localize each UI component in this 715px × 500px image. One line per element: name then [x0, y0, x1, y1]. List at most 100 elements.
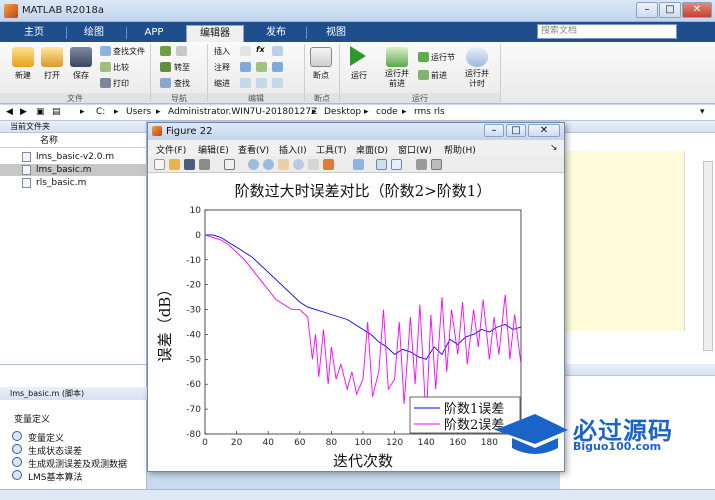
breadcrumb-2[interactable]: Administrator.WIN7U-20180127Z: [168, 105, 317, 120]
tab-apps[interactable]: APP: [134, 25, 174, 42]
wrap-comment-icon[interactable]: [272, 62, 283, 72]
goto-button[interactable]: 转至: [174, 62, 190, 73]
menu-edit[interactable]: 编辑(E): [198, 143, 229, 156]
increase-indent-icon[interactable]: [256, 78, 267, 88]
forward-icon[interactable]: ▶: [20, 105, 27, 120]
hide-plot-tools-icon[interactable]: [416, 159, 427, 170]
tab-plots[interactable]: 绘图: [74, 25, 114, 42]
forward-arrow-icon[interactable]: [176, 46, 187, 56]
open-folder-icon[interactable]: [41, 47, 63, 67]
compare-icon[interactable]: [100, 62, 111, 72]
link-plot-icon[interactable]: [353, 159, 364, 170]
close-button[interactable]: ✕: [682, 2, 712, 18]
run-and-time-label-2[interactable]: 计时: [460, 78, 494, 89]
new-figure-icon[interactable]: [154, 159, 165, 170]
run-and-advance-label-2[interactable]: 前进: [380, 78, 414, 89]
tab-view[interactable]: 视图: [312, 25, 360, 42]
file-row[interactable]: lms_basic-v2.0.m: [0, 151, 147, 163]
find-file-button[interactable]: 查找文件: [113, 46, 145, 57]
breakpoint-icon[interactable]: [310, 47, 332, 67]
breadcrumb-0[interactable]: C:: [96, 105, 105, 120]
run-button[interactable]: 运行: [344, 70, 374, 81]
back-arrow-icon[interactable]: [160, 46, 171, 56]
tab-home[interactable]: 主页: [14, 25, 54, 42]
menu-window[interactable]: 窗口(W): [398, 143, 432, 156]
show-plot-tools-icon[interactable]: [431, 159, 442, 170]
brush-icon[interactable]: [323, 159, 334, 170]
tab-publish[interactable]: 发布: [252, 25, 300, 42]
zoom-in-icon[interactable]: [248, 159, 259, 170]
save-figure-icon[interactable]: [184, 159, 195, 170]
menu-insert[interactable]: 插入(I): [279, 143, 307, 156]
menu-dock-icon[interactable]: ↘: [550, 143, 558, 153]
rotate-icon[interactable]: [293, 159, 304, 170]
section-item[interactable]: 变量定义: [28, 431, 64, 444]
search-input[interactable]: 搜索文档: [537, 24, 677, 39]
breadcrumb-1[interactable]: Users: [126, 105, 151, 120]
tab-editor[interactable]: 编辑器: [186, 25, 244, 42]
path-dropdown-icon[interactable]: ▾: [700, 105, 705, 120]
find-button[interactable]: 查找: [174, 78, 190, 89]
file-row[interactable]: rls_basic.m: [0, 177, 147, 189]
indent-button[interactable]: 缩进: [214, 78, 230, 89]
insert-icon[interactable]: [240, 46, 251, 56]
menu-file[interactable]: 文件(F): [156, 143, 186, 156]
menu-desktop[interactable]: 桌面(D): [356, 143, 388, 156]
maximize-button[interactable]: □: [659, 2, 681, 18]
compare-button[interactable]: 比较: [113, 62, 129, 73]
colorbar-icon[interactable]: [376, 159, 387, 170]
figure-close-button[interactable]: ✕: [528, 124, 560, 137]
section-item[interactable]: LMS基本算法: [28, 470, 83, 483]
goto-icon[interactable]: [160, 62, 171, 72]
print-button[interactable]: 打印: [113, 78, 129, 89]
breadcrumb-5[interactable]: rms rls: [414, 105, 445, 120]
find-icon[interactable]: [160, 78, 171, 88]
advance-icon[interactable]: [418, 70, 429, 80]
save-button-label[interactable]: 保存: [64, 70, 98, 81]
back-icon[interactable]: ◀: [6, 105, 13, 120]
fx-button[interactable]: fx: [256, 45, 265, 54]
new-icon[interactable]: [12, 47, 34, 67]
find-file-icon[interactable]: [100, 46, 111, 56]
details-header[interactable]: lms_basic.m (脚本): [0, 387, 147, 400]
breadcrumb-3[interactable]: Desktop: [324, 105, 361, 120]
function-hint-icon[interactable]: [272, 46, 283, 56]
comment-icon[interactable]: [240, 62, 251, 72]
zoom-out-icon[interactable]: [263, 159, 274, 170]
pan-hand-icon[interactable]: [278, 159, 289, 170]
run-and-advance-icon[interactable]: [386, 47, 408, 67]
section-item[interactable]: 生成观测误差及观测数据: [28, 457, 127, 470]
menu-tools[interactable]: 工具(T): [316, 143, 347, 156]
figure-maximize-button[interactable]: □: [506, 124, 526, 137]
breakpoints-button[interactable]: 断点: [306, 70, 336, 81]
smart-indent-icon[interactable]: [240, 78, 251, 88]
run-section-icon[interactable]: [418, 52, 429, 62]
print-icon[interactable]: [100, 78, 111, 88]
run-icon[interactable]: [350, 46, 366, 66]
up-folder-icon[interactable]: ▣: [36, 105, 45, 120]
comment-button[interactable]: 注释: [214, 62, 230, 73]
insert-button[interactable]: 插入: [214, 46, 230, 57]
x-tick-label: 60: [294, 438, 306, 448]
minimize-button[interactable]: –: [636, 2, 658, 18]
decrease-indent-icon[interactable]: [272, 78, 283, 88]
section-item[interactable]: 生成状态误差: [28, 444, 82, 457]
print-figure-icon[interactable]: [199, 159, 210, 170]
legend-icon[interactable]: [391, 159, 402, 170]
advance-button[interactable]: 前进: [431, 70, 447, 81]
run-and-time-icon[interactable]: [466, 47, 488, 67]
uncomment-icon[interactable]: [256, 62, 267, 72]
save-icon[interactable]: [70, 47, 92, 67]
address-bar[interactable]: ◀ ▶ ▣ ▤ ▸ C: ▸ Users ▸ Administrator.WIN…: [0, 105, 715, 121]
run-section-button[interactable]: 运行节: [431, 52, 455, 63]
editor-scrollbar[interactable]: [703, 161, 713, 351]
breadcrumb-4[interactable]: code: [376, 105, 398, 120]
figure-minimize-button[interactable]: –: [484, 124, 504, 137]
menu-view[interactable]: 查看(V): [238, 143, 269, 156]
open-file-icon[interactable]: [169, 159, 180, 170]
browse-folder-icon[interactable]: ▤: [52, 105, 61, 120]
name-column-header[interactable]: 名称: [0, 135, 147, 148]
menu-help[interactable]: 帮助(H): [444, 143, 476, 156]
pointer-icon[interactable]: [224, 159, 235, 170]
data-cursor-icon[interactable]: [308, 159, 319, 170]
